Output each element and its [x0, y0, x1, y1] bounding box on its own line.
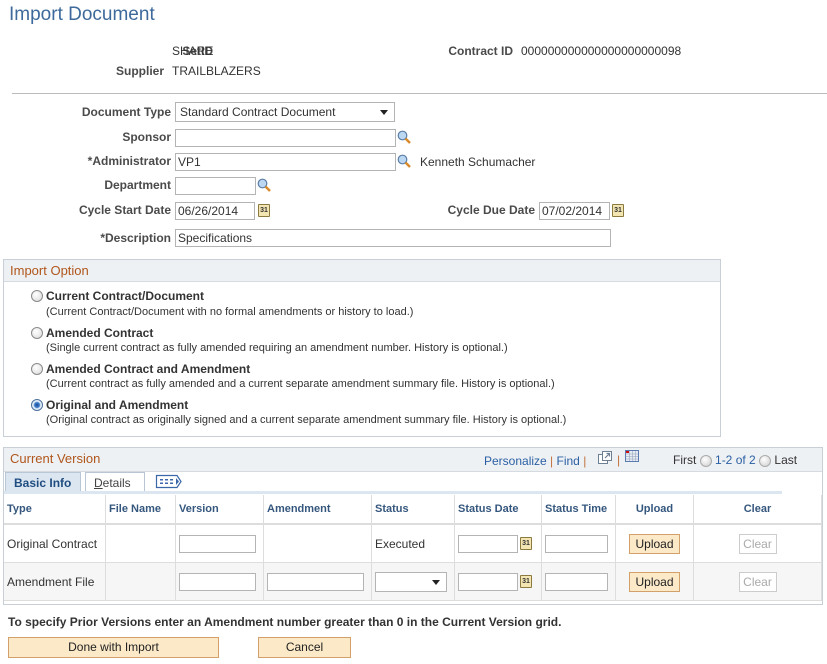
- first-link[interactable]: First: [673, 453, 696, 467]
- option-current-contract-label[interactable]: Current Contract/Document: [46, 289, 204, 303]
- cycle-start-date-label: Cycle Start Date: [78, 203, 171, 217]
- grid-toolbar: Personalize | Find |: [484, 454, 587, 468]
- prior-versions-note: To specify Prior Versions enter an Amend…: [8, 615, 562, 629]
- previous-arrow-icon[interactable]: [699, 454, 712, 467]
- row-status: Executed: [371, 524, 455, 563]
- status-date-calendar-icon[interactable]: 31: [520, 537, 532, 550]
- header-divider: [12, 93, 827, 94]
- chevron-down-icon: [380, 110, 388, 115]
- status-date-input[interactable]: [458, 572, 518, 591]
- cycle-due-date-input[interactable]: [539, 202, 610, 220]
- row-amendment-empty: [263, 524, 372, 563]
- tab-details[interactable]: Details: [85, 472, 145, 492]
- col-version: Version: [175, 495, 264, 525]
- last-link[interactable]: Last: [774, 453, 797, 467]
- administrator-lookup-icon[interactable]: [397, 154, 411, 168]
- document-type-label: Document Type: [81, 105, 171, 119]
- col-clear: Clear: [693, 495, 822, 525]
- option-amended-contract-radio[interactable]: [31, 327, 43, 339]
- table-row: Original Contract Executed 31 Upload Cle…: [4, 524, 822, 563]
- department-input[interactable]: [175, 177, 256, 195]
- col-status-time: Status Time: [541, 495, 616, 525]
- description-label: *Description: [100, 231, 171, 245]
- col-type: Type: [4, 495, 106, 525]
- department-label: Department: [104, 178, 171, 192]
- row-file-name: [105, 562, 176, 601]
- personalize-link[interactable]: Personalize: [484, 454, 547, 468]
- document-type-select[interactable]: Standard Contract Document: [175, 102, 395, 122]
- cycle-start-date-input[interactable]: [175, 202, 255, 220]
- sponsor-input[interactable]: [175, 129, 396, 147]
- clear-button[interactable]: Clear: [738, 533, 777, 554]
- grid-pagination: First 1-2 of 2 Last: [673, 453, 797, 467]
- cancel-button[interactable]: Cancel: [258, 637, 351, 658]
- next-arrow-icon[interactable]: [759, 454, 772, 467]
- description-input[interactable]: [175, 229, 611, 247]
- sponsor-label: Sponsor: [122, 130, 171, 144]
- supplier-value: TRAILBLAZERS: [172, 64, 261, 78]
- table-header-row: Type File Name Version Amendment Status …: [4, 495, 822, 525]
- upload-button[interactable]: Upload: [629, 533, 680, 554]
- col-file-name: File Name: [105, 495, 176, 525]
- cycle-due-calendar-icon[interactable]: 31: [612, 204, 624, 217]
- cycle-start-calendar-icon[interactable]: 31: [258, 204, 270, 217]
- administrator-label: *Administrator: [87, 154, 171, 168]
- range-text: 1-2 of 2: [715, 453, 756, 467]
- status-date-input[interactable]: [458, 534, 518, 553]
- row-file-name: [105, 524, 176, 563]
- status-time-input[interactable]: [545, 572, 608, 591]
- done-with-import-button[interactable]: Done with Import: [8, 637, 219, 658]
- page-title: Import Document: [9, 4, 155, 25]
- version-input[interactable]: [179, 534, 256, 553]
- find-link[interactable]: Find: [557, 454, 580, 468]
- option-amended-contract-label[interactable]: Amended Contract: [46, 326, 153, 340]
- col-upload: Upload: [615, 495, 694, 525]
- option-amended-contract-desc: (Single current contract as fully amende…: [46, 342, 508, 354]
- col-status-date: Status Date: [454, 495, 542, 525]
- chevron-down-icon: [432, 579, 440, 585]
- setid-value: SHARE: [172, 44, 214, 58]
- option-original-and-amendment-radio[interactable]: [31, 399, 43, 411]
- view-all-icon[interactable]: [598, 451, 612, 464]
- status-date-calendar-icon[interactable]: 31: [520, 575, 532, 588]
- amendment-input[interactable]: [267, 572, 364, 591]
- department-lookup-icon[interactable]: [257, 178, 271, 192]
- version-input[interactable]: [179, 572, 256, 591]
- option-original-and-amendment-label[interactable]: Original and Amendment: [46, 398, 188, 412]
- clear-button[interactable]: Clear: [738, 571, 777, 592]
- status-time-input[interactable]: [545, 534, 608, 553]
- supplier-label: Supplier: [115, 64, 164, 78]
- row-type: Original Contract: [4, 524, 106, 563]
- col-amendment: Amendment: [263, 495, 372, 525]
- option-current-contract-radio[interactable]: [31, 290, 43, 302]
- contract-id-value: 000000000000000000000098: [521, 44, 682, 58]
- tab-underline: [4, 491, 782, 494]
- sponsor-lookup-icon[interactable]: [397, 130, 411, 144]
- status-select[interactable]: [375, 571, 447, 592]
- contract-id-label: Contract ID: [448, 44, 513, 58]
- tab-basic-info[interactable]: Basic Info: [5, 472, 81, 492]
- option-amended-and-amendment-desc: (Current contract as fully amended and a…: [46, 378, 555, 390]
- administrator-name: Kenneth Schumacher: [420, 155, 536, 169]
- option-amended-and-amendment-radio[interactable]: [31, 363, 43, 375]
- administrator-input[interactable]: [175, 153, 396, 171]
- option-amended-and-amendment-label[interactable]: Amended Contract and Amendment: [46, 362, 250, 376]
- current-version-table: Type File Name Version Amendment Status …: [4, 495, 822, 601]
- table-row: Amendment File 31 Upload Clear: [4, 562, 822, 601]
- col-status: Status: [371, 495, 455, 525]
- option-original-and-amendment-desc: (Original contract as originally signed …: [46, 414, 567, 426]
- cycle-due-date-label: Cycle Due Date: [447, 203, 535, 217]
- option-current-contract-desc: (Current Contract/Document with no forma…: [46, 306, 414, 318]
- show-all-columns-icon[interactable]: [155, 474, 183, 489]
- row-type: Amendment File: [4, 562, 106, 601]
- document-type-value: Standard Contract Document: [180, 105, 336, 119]
- download-spreadsheet-icon[interactable]: [625, 450, 639, 462]
- upload-button[interactable]: Upload: [629, 571, 680, 592]
- import-option-title: Import Option: [4, 260, 720, 282]
